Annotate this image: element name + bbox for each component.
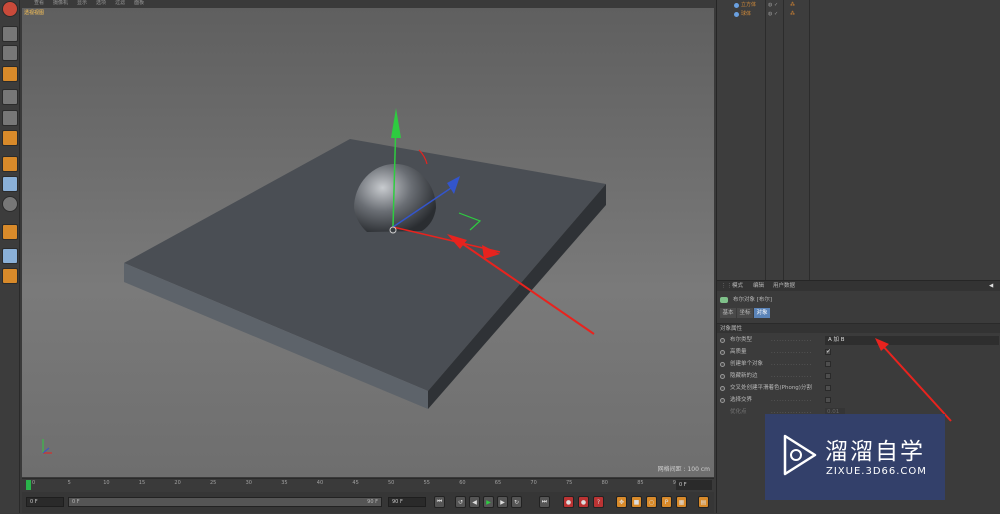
timeline-tick-label: 40: [316, 480, 324, 486]
scene-canvas: [42, 108, 606, 454]
menu-display[interactable]: 显示: [77, 0, 87, 7]
key-scale-icon[interactable]: ■: [631, 496, 642, 508]
timeline-tick-label: 20: [174, 480, 181, 486]
checker-cube-icon[interactable]: [2, 45, 18, 61]
timeline-tick-label: 60: [459, 480, 466, 486]
timeline-tick-label: 5: [67, 480, 71, 486]
object-row-sphere[interactable]: 球体 ◍ ✓ ⁂: [717, 10, 1000, 18]
range-start-label: 0 F: [72, 499, 80, 505]
menu-camera[interactable]: 摄像机: [53, 0, 68, 7]
viewport-menubar: 查看 摄像机 显示 选项 过滤 面板: [20, 0, 716, 7]
timeline-tick-label: 10: [103, 480, 110, 486]
visibility-icon[interactable]: ◍ ✓: [768, 10, 778, 18]
watermark-url: ZIXUE.3D66.COM: [826, 466, 927, 477]
timeline-tick-label: 70: [530, 480, 537, 486]
key-pla-icon[interactable]: ▦: [676, 496, 687, 508]
column-divider: [809, 0, 810, 280]
timeline-tick-label: 55: [423, 480, 430, 486]
current-frame-field[interactable]: 0 F: [676, 480, 712, 490]
autokey-icon[interactable]: ●: [578, 496, 589, 508]
keyframe-help-icon[interactable]: ?: [593, 496, 604, 508]
vertex-icon[interactable]: [2, 89, 18, 105]
watermark-title: 溜溜自学: [825, 439, 925, 465]
menu-view[interactable]: 查看: [34, 0, 44, 7]
object-name: 球体: [741, 11, 752, 17]
timeline-tick-label: 25: [210, 480, 217, 486]
object-name: 立方体: [741, 2, 757, 8]
play-icon[interactable]: ▶: [483, 496, 494, 508]
timeline-tick-label: 15: [138, 480, 146, 486]
tag-icon: ⁂: [790, 2, 795, 8]
range-end-label: 90 F: [367, 499, 378, 505]
playhead[interactable]: [26, 480, 31, 490]
goto-start-icon[interactable]: ⏮: [434, 496, 445, 508]
key-rotation-icon[interactable]: ○: [646, 496, 657, 508]
start-frame-field[interactable]: 0 F: [26, 497, 64, 507]
polygon-icon[interactable]: [2, 130, 18, 146]
film-icon[interactable]: ▤: [698, 496, 709, 508]
lock-workplane-icon[interactable]: [2, 268, 18, 284]
object-row-cube[interactable]: 立方体 ◍ ✓ ⁂: [717, 1, 1000, 9]
timeline-tick-label: 50: [388, 480, 395, 486]
column-divider: [765, 0, 766, 280]
object-manager: 立方体 ◍ ✓ ⁂ 球体 ◍ ✓ ⁂: [716, 0, 1000, 280]
perspective-viewport[interactable]: 透视视图 网格间距: 100 cm: [22, 8, 714, 477]
menu-options[interactable]: 选项: [96, 0, 106, 7]
edge-icon[interactable]: [2, 110, 18, 126]
workplane-icon[interactable]: [2, 248, 18, 264]
logo-icon: [2, 1, 18, 17]
watermark-logo-icon: [783, 434, 817, 476]
watermark: 溜溜自学 ZIXUE.3D66.COM: [765, 414, 945, 500]
transport-bar: 0 F 0 F 90 F 90 F ⏮ ↺ ◀ ▶ ▶ ↻ ⏭ ● ● ? ✥ …: [22, 492, 714, 513]
goto-end-icon[interactable]: ⏭: [539, 496, 550, 508]
menu-filter[interactable]: 过滤: [115, 0, 125, 7]
snap-icon[interactable]: [2, 176, 18, 192]
grid-scale-info: 网格间距 : 100 cm: [657, 466, 710, 473]
tag-icon: ⁂: [790, 11, 795, 17]
timeline-tick-label: 65: [494, 480, 502, 486]
menu-panel[interactable]: 面板: [134, 0, 144, 7]
left-toolbar: [0, 0, 20, 513]
next-frame-icon[interactable]: ▶: [497, 496, 508, 508]
timeline-tick-label: 80: [601, 480, 608, 486]
cube-object-icon: [734, 3, 739, 8]
visibility-icon[interactable]: ◍ ✓: [768, 1, 778, 9]
world-axis-indicator: [42, 439, 52, 454]
magnet-icon[interactable]: [2, 224, 18, 240]
timeline-tick-label: 0: [32, 480, 36, 486]
end-frame-field[interactable]: 90 F: [388, 497, 426, 507]
timeline-ruler[interactable]: 051015202530354045505560657075808590 0 F: [22, 478, 714, 491]
next-key-icon[interactable]: ↻: [511, 496, 522, 508]
frame-range-slider[interactable]: 0 F 90 F: [68, 497, 382, 507]
timeline-tick-label: 35: [281, 480, 288, 486]
prev-frame-icon[interactable]: ◀: [469, 496, 480, 508]
column-divider: [783, 0, 784, 280]
timeline-tick-label: 85: [637, 480, 644, 486]
timeline-tick-label: 75: [566, 480, 573, 486]
timeline-tick-label: 45: [352, 480, 359, 486]
sphere-object-icon: [734, 12, 739, 17]
grid-plane-icon[interactable]: [2, 66, 18, 82]
soft-select-icon[interactable]: [2, 196, 18, 212]
axis-icon[interactable]: [2, 156, 18, 172]
key-position-icon[interactable]: ✥: [616, 496, 627, 508]
cube-icon[interactable]: [2, 26, 18, 42]
timeline-tick-label: 30: [245, 480, 252, 486]
key-parameter-icon[interactable]: P: [661, 496, 672, 508]
record-icon[interactable]: ●: [563, 496, 574, 508]
prev-key-icon[interactable]: ↺: [455, 496, 466, 508]
